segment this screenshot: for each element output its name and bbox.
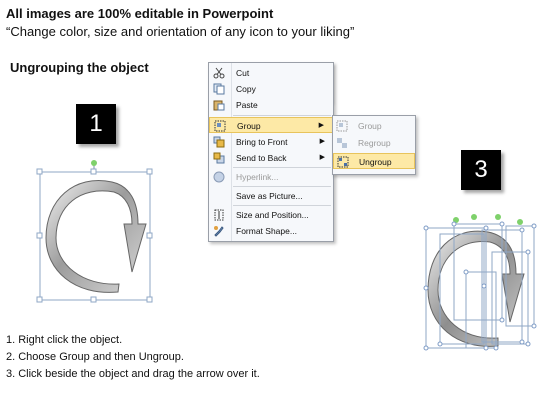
menu-item-send-to-back[interactable]: Send to Back ▶ <box>209 150 333 166</box>
copy-icon <box>213 83 225 95</box>
menu-item-size-and-position[interactable]: Size and Position... <box>209 207 333 223</box>
submenu-item-group[interactable]: Group <box>333 118 415 134</box>
size-position-icon <box>214 209 224 221</box>
menu-item-format-shape[interactable]: Format Shape... <box>209 223 333 239</box>
paste-icon <box>213 100 225 111</box>
bring-to-front-icon <box>213 136 225 148</box>
instruction-step: 3. Click beside the object and drag the … <box>6 368 260 380</box>
instruction-step: 1. Right click the object. <box>6 334 123 346</box>
menu-item-copy[interactable]: Copy <box>209 81 333 97</box>
grouped-arrow-object[interactable] <box>34 160 156 306</box>
circular-arrow-shape <box>427 230 525 347</box>
menu-item-cut[interactable]: Cut <box>209 65 333 81</box>
submenu-arrow-icon: ▶ <box>318 122 324 129</box>
ungroup-icon <box>337 156 349 168</box>
rotation-handles[interactable] <box>453 214 523 225</box>
menu-item-group[interactable]: Group ▶ <box>209 117 333 133</box>
rotation-handle[interactable] <box>91 160 97 166</box>
menu-item-bring-to-front[interactable]: Bring to Front ▶ <box>209 134 333 150</box>
scissors-icon <box>213 67 225 79</box>
context-menu: Cut Copy Paste Group ▶ Bring to Front ▶ … <box>208 62 334 242</box>
instructions-list: 1. Right click the object. 2. Choose Gro… <box>6 332 260 383</box>
submenu-item-ungroup[interactable]: Ungroup <box>333 153 415 169</box>
page-subtitle: “Change color, size and orientation of a… <box>6 24 355 39</box>
group-submenu: Group Regroup Ungroup <box>332 115 416 175</box>
send-to-back-icon <box>213 152 225 164</box>
format-shape-icon <box>214 226 224 237</box>
step-badge-1: 1 <box>76 104 116 144</box>
ungrouped-arrow-object[interactable] <box>418 212 542 358</box>
group-icon <box>214 120 226 132</box>
submenu-arrow-icon: ▶ <box>319 138 325 145</box>
menu-item-save-as-picture[interactable]: Save as Picture... <box>209 188 333 204</box>
regroup-icon <box>337 138 347 148</box>
step-badge-3: 3 <box>461 150 501 190</box>
menu-item-paste[interactable]: Paste <box>209 97 333 113</box>
hyperlink-icon <box>213 171 225 183</box>
submenu-arrow-icon: ▶ <box>319 154 325 161</box>
circular-arrow-shape <box>45 180 147 293</box>
instruction-step: 2. Choose Group and then Ungroup. <box>6 351 184 363</box>
menu-item-hyperlink[interactable]: Hyperlink... <box>209 169 333 185</box>
submenu-item-regroup[interactable]: Regroup <box>333 135 415 151</box>
section-title: Ungrouping the object <box>10 60 149 75</box>
page-title: All images are 100% editable in Powerpoi… <box>6 6 274 21</box>
group-icon <box>336 120 348 132</box>
